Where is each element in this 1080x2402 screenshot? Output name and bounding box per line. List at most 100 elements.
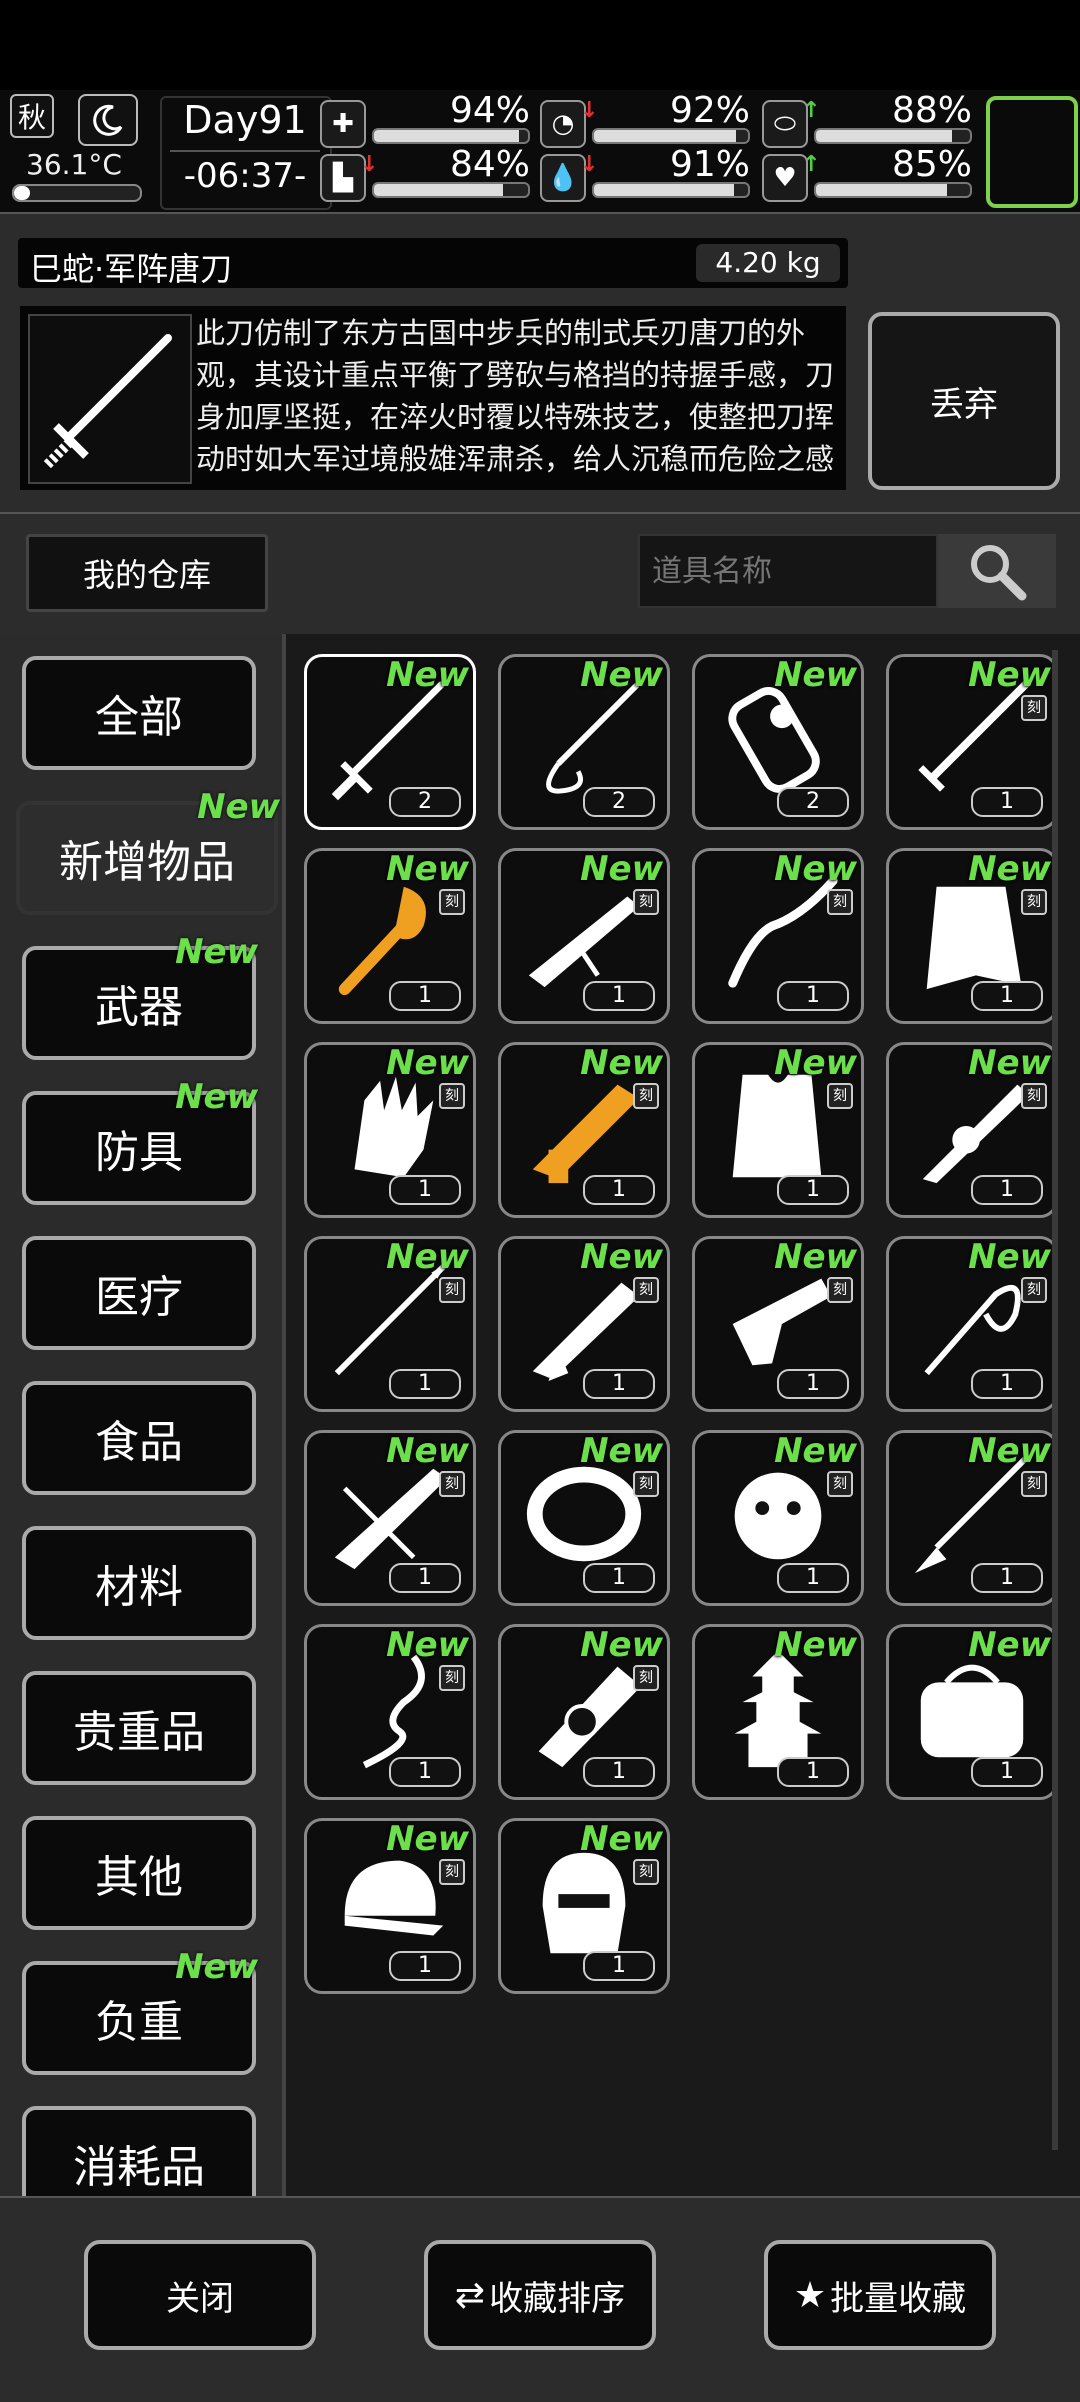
item-description: 此刀仿制了东方古国中步兵的制式兵刃唐刀的外观，其设计重点平衡了劈砍与格挡的持握手…	[196, 316, 835, 476]
item-slot[interactable]: New 刻 1	[692, 1430, 864, 1606]
item-slot[interactable]: New 1	[886, 1624, 1058, 1800]
engraved-badge: 刻	[439, 889, 465, 915]
close-button[interactable]: 关闭	[84, 2240, 316, 2350]
engraved-badge: 刻	[827, 889, 853, 915]
new-badge: New	[774, 1431, 857, 1471]
new-badge: New	[580, 655, 663, 695]
category-9[interactable]: 负重 New	[22, 1947, 258, 2075]
engraved-badge: 刻	[1021, 1083, 1047, 1109]
category-7[interactable]: 贵重品	[22, 1671, 256, 1785]
item-slot[interactable]: New 刻 1	[692, 1042, 864, 1218]
category-label: 材料	[95, 1562, 183, 1613]
batch-favorite-button[interactable]: ★ 批量收藏	[764, 2240, 996, 2350]
category-label: 武器	[95, 982, 183, 1033]
swap-arrows-icon: ⇄	[454, 2274, 486, 2316]
category-4[interactable]: 医疗	[22, 1236, 256, 1350]
new-badge: New	[580, 1237, 663, 1277]
item-slot[interactable]: New 刻 1	[498, 1624, 670, 1800]
item-search-input[interactable]	[638, 534, 938, 608]
item-slot[interactable]: New 刻 1	[304, 1818, 476, 1994]
item-count: 1	[389, 1563, 461, 1593]
tang-sword-icon	[42, 334, 172, 470]
new-badge: New	[968, 1043, 1051, 1083]
item-count: 1	[971, 787, 1043, 817]
item-count: 1	[583, 1369, 655, 1399]
category-8[interactable]: 其他	[22, 1816, 256, 1930]
item-count: 2	[389, 787, 461, 817]
item-slot[interactable]: New 2	[498, 654, 670, 830]
item-slot[interactable]: New 刻 1	[498, 1818, 670, 1994]
season-badge: 秋	[10, 94, 54, 138]
item-slot[interactable]: New 刻 1	[498, 1430, 670, 1606]
item-count: 1	[583, 981, 655, 1011]
item-count: 1	[777, 1757, 849, 1787]
new-badge: New	[175, 932, 258, 972]
category-label: 全部	[95, 692, 183, 743]
new-badge: New	[386, 1431, 469, 1471]
item-slot[interactable]: New 刻 1	[886, 1430, 1058, 1606]
item-name: 巳蛇·军阵唐刀	[30, 250, 233, 288]
category-0[interactable]: 全部	[22, 656, 256, 770]
item-slot[interactable]: New 2	[692, 654, 864, 830]
item-slot[interactable]: New 刻 1	[692, 848, 864, 1024]
item-slot[interactable]: New 刻 1	[886, 654, 1058, 830]
item-slot[interactable]: New 刻 1	[886, 1042, 1058, 1218]
stat-mood: ♥ ↑ 85%	[762, 144, 972, 202]
new-badge: New	[197, 787, 280, 827]
item-count: 1	[777, 1369, 849, 1399]
category-label: 消耗品	[73, 2142, 205, 2193]
new-badge: New	[386, 655, 469, 695]
new-badge: New	[386, 1237, 469, 1277]
item-slot[interactable]: New 刻 1	[304, 1430, 476, 1606]
category-2[interactable]: 武器 New	[22, 932, 258, 1060]
item-count: 1	[777, 1563, 849, 1593]
item-slot[interactable]: New 刻 1	[498, 848, 670, 1024]
category-5[interactable]: 食品	[22, 1381, 256, 1495]
item-count: 1	[583, 1563, 655, 1593]
search-button[interactable]	[938, 534, 1056, 608]
new-badge: New	[175, 1077, 258, 1117]
engraved-badge: 刻	[633, 1277, 659, 1303]
item-slot[interactable]: New 刻 1	[304, 1236, 476, 1412]
item-count: 1	[777, 981, 849, 1011]
item-count: 1	[777, 1175, 849, 1205]
arrow-up-icon: ↑	[802, 98, 821, 123]
item-count: 1	[971, 981, 1043, 1011]
category-6[interactable]: 材料	[22, 1526, 256, 1640]
grid-scrollbar[interactable]	[1052, 650, 1058, 2150]
sort-favorites-button[interactable]: ⇄ 收藏排序	[424, 2240, 656, 2350]
engraved-badge: 刻	[827, 1277, 853, 1303]
item-count: 1	[389, 1369, 461, 1399]
item-slot[interactable]: New 刻 1	[498, 1042, 670, 1218]
item-count: 1	[971, 1563, 1043, 1593]
item-slot[interactable]: New 刻 1	[886, 1236, 1058, 1412]
item-slot[interactable]: New 1	[692, 1624, 864, 1800]
engraved-badge: 刻	[827, 1471, 853, 1497]
equipped-slot[interactable]	[986, 96, 1078, 208]
engraved-badge: 刻	[439, 1277, 465, 1303]
engraved-badge: 刻	[1021, 1277, 1047, 1303]
new-badge: New	[386, 1043, 469, 1083]
item-slot[interactable]: New 刻 1	[886, 848, 1058, 1024]
arrow-up-icon: ↑	[802, 152, 821, 177]
item-slot[interactable]: New 2	[304, 654, 476, 830]
drop-button[interactable]: 丢弃	[868, 312, 1060, 490]
engraved-badge: 刻	[633, 1083, 659, 1109]
new-badge: New	[774, 1237, 857, 1277]
item-count: 2	[583, 787, 655, 817]
engraved-badge: 刻	[827, 1083, 853, 1109]
category-1[interactable]: 新增物品 New	[16, 787, 280, 915]
engraved-badge: 刻	[439, 1859, 465, 1885]
item-count: 1	[583, 1175, 655, 1205]
item-slot[interactable]: New 刻 1	[304, 1042, 476, 1218]
item-count: 1	[971, 1369, 1043, 1399]
item-slot[interactable]: New 刻 1	[498, 1236, 670, 1412]
item-count: 1	[971, 1175, 1043, 1205]
new-badge: New	[774, 1043, 857, 1083]
item-slot[interactable]: New 刻 1	[304, 1624, 476, 1800]
stat-water: 💧 ↓ 91%	[540, 144, 750, 202]
item-slot[interactable]: New 刻 1	[692, 1236, 864, 1412]
category-3[interactable]: 防具 New	[22, 1077, 258, 1205]
item-count: 2	[777, 787, 849, 817]
item-slot[interactable]: New 刻 1	[304, 848, 476, 1024]
